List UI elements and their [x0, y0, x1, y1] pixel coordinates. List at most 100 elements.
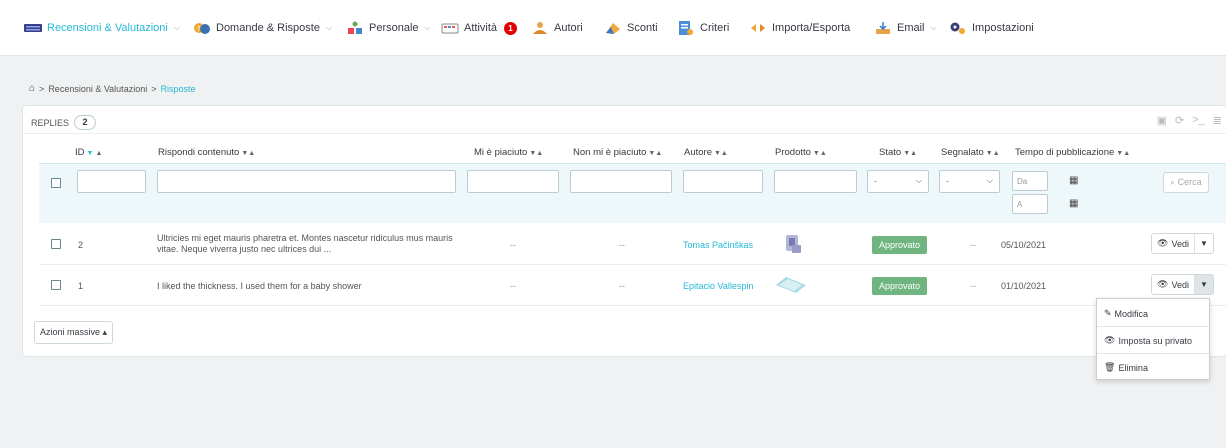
disliked-filter-input[interactable]: [570, 170, 672, 193]
column-header-liked[interactable]: Mi è piaciuto ▼▲: [474, 147, 543, 158]
liked-filter-input[interactable]: [467, 170, 559, 193]
panel-divider: [23, 133, 1226, 134]
caret-up-icon: ▴: [102, 327, 108, 337]
sort-icon[interactable]: ▼▲: [903, 150, 917, 157]
nav-reviews-ratings[interactable]: Recensioni & Valutazioni ⌵: [24, 20, 180, 36]
row-disliked: --: [619, 240, 625, 250]
author-filter-input[interactable]: [683, 170, 763, 193]
search-icon: ⌕: [1170, 177, 1176, 187]
column-header-product[interactable]: Prodotto ▼▲: [775, 147, 827, 158]
sql-query-icon[interactable]: >_: [1192, 114, 1205, 127]
sort-icon[interactable]: ▼▲: [648, 150, 662, 157]
sort-icon[interactable]: ▲: [95, 150, 102, 157]
email-icon: [874, 21, 892, 35]
menu-item-delete[interactable]: 🗑 Elimina: [1104, 362, 1148, 373]
breadcrumb: ⌂ > Recensioni & Valutazioni > Risposte: [29, 83, 195, 94]
svg-text:?: ?: [197, 25, 201, 33]
questions-icon: ?: [193, 21, 211, 35]
menu-divider: [1097, 353, 1209, 354]
reported-filter-select[interactable]: - ⌵: [939, 170, 1000, 193]
home-icon[interactable]: ⌂: [29, 83, 35, 94]
nav-authors[interactable]: Autori: [531, 20, 583, 36]
view-button[interactable]: 👁 Vedi: [1152, 275, 1195, 294]
sort-icon[interactable]: ▼▲: [986, 150, 1000, 157]
column-header-disliked[interactable]: Non mi è piaciuto ▼▲: [573, 147, 662, 158]
row-checkbox[interactable]: [51, 239, 61, 249]
sort-icon[interactable]: ▼▲: [813, 150, 827, 157]
menu-item-edit[interactable]: ✎ Modifica: [1104, 308, 1148, 319]
row-checkbox[interactable]: [51, 280, 61, 290]
content-filter-input[interactable]: [157, 170, 456, 193]
breadcrumb-parent[interactable]: Recensioni & Valutazioni: [48, 84, 147, 94]
nav-settings[interactable]: Impostazioni: [949, 20, 1034, 36]
nav-label: Criteri: [700, 22, 730, 34]
column-header-reported[interactable]: Segnalato ▼▲: [941, 147, 1000, 158]
row-content: I liked the thickness. I used them for a…: [157, 281, 362, 291]
discount-icon: [604, 21, 622, 35]
criteria-icon: [677, 21, 695, 35]
product-thumbnail: [783, 233, 803, 258]
date-from-input[interactable]: Da: [1012, 171, 1048, 191]
sort-icon[interactable]: ▼▲: [714, 150, 728, 157]
panel-toolbar: ▣ ⟳ >_ ≣: [1157, 114, 1222, 127]
chevron-down-icon: ⌵: [986, 176, 993, 185]
column-label: Non mi è piaciuto: [573, 147, 647, 158]
row-author[interactable]: Tomas Pačinškas: [683, 240, 753, 250]
breadcrumb-current[interactable]: Risposte: [160, 84, 195, 94]
nav-discounts[interactable]: Sconti: [604, 20, 658, 36]
nav-import-export[interactable]: Importa/Esporta: [749, 20, 850, 36]
bulk-actions-label: Azioni massive: [40, 327, 101, 337]
sort-icon[interactable]: ▼▲: [1116, 150, 1130, 157]
view-label: Vedi: [1171, 279, 1189, 290]
nav-label: Sconti: [627, 22, 658, 34]
calendar-icon[interactable]: ▦: [1069, 198, 1078, 209]
nav-activity[interactable]: Attività 1: [441, 20, 518, 36]
view-button[interactable]: 👁 Vedi: [1152, 234, 1195, 253]
select-value: -: [874, 176, 877, 186]
date-to-placeholder: A: [1017, 200, 1023, 209]
menu-item-set-private[interactable]: 👁 Imposta su privato: [1104, 335, 1192, 346]
sort-icon[interactable]: ▼▲: [241, 150, 255, 157]
column-header-author[interactable]: Autore ▼▲: [684, 147, 728, 158]
nav-email[interactable]: Email ⌵: [874, 20, 937, 36]
view-button-group: 👁 Vedi ▼: [1151, 233, 1214, 254]
column-label: ID: [75, 147, 85, 158]
select-all-checkbox[interactable]: [51, 178, 61, 188]
table-row: 1 I liked the thickness. I used them for…: [39, 265, 1226, 306]
nav-label: Importa/Esporta: [772, 22, 851, 34]
chevron-down-icon: ⌵: [173, 23, 180, 32]
filter-row: - ⌵ - ⌵ Da ▦ A ▦ ⌕ Cerca: [39, 163, 1226, 223]
id-filter-input[interactable]: [77, 170, 146, 193]
refresh-icon[interactable]: ⟳: [1175, 114, 1184, 127]
date-to-input[interactable]: A: [1012, 194, 1048, 214]
table-row: 2 Ultricies mi eget mauris pharetra et. …: [39, 224, 1226, 265]
breadcrumb-separator: >: [39, 83, 45, 94]
row-date: 01/10/2021: [1001, 281, 1047, 291]
sort-icon[interactable]: ▼: [87, 150, 94, 157]
row-actions-toggle[interactable]: ▼: [1194, 275, 1213, 294]
row-actions-toggle[interactable]: ▼: [1195, 234, 1213, 253]
column-header-published[interactable]: Tempo di pubblicazione ▼▲: [1015, 147, 1130, 158]
search-button[interactable]: ⌕ Cerca: [1163, 172, 1209, 193]
nav-questions-answers[interactable]: ? Domande & Risposte ⌵: [193, 20, 332, 36]
menu-item-label: Modifica: [1114, 308, 1149, 319]
nav-staff[interactable]: Personale ⌵: [346, 20, 431, 36]
status-filter-select[interactable]: - ⌵: [867, 170, 929, 193]
sort-icon[interactable]: ▼▲: [529, 150, 543, 157]
authors-icon: [531, 21, 549, 35]
column-label: Tempo di pubblicazione: [1015, 147, 1115, 158]
activity-icon: [441, 21, 459, 35]
column-header-content[interactable]: Rispondi contenuto ▼▲: [158, 147, 255, 158]
bulk-actions-button[interactable]: Azioni massive ▴: [34, 321, 114, 344]
row-actions-menu: ✎ Modifica 👁 Imposta su privato 🗑 Elimin…: [1096, 298, 1210, 380]
database-icon[interactable]: ≣: [1213, 114, 1222, 127]
row-liked: --: [510, 240, 516, 250]
column-header-id[interactable]: ID ▼ ▲: [75, 147, 102, 158]
column-header-status[interactable]: Stato ▼▲: [879, 147, 917, 158]
search-button-label: Cerca: [1177, 177, 1202, 187]
export-icon[interactable]: ▣: [1157, 114, 1167, 127]
calendar-icon[interactable]: ▦: [1069, 175, 1078, 186]
nav-criteria[interactable]: Criteri: [677, 20, 729, 36]
product-filter-input[interactable]: [774, 170, 857, 193]
row-author[interactable]: Epitacio Vallespin: [683, 281, 753, 291]
